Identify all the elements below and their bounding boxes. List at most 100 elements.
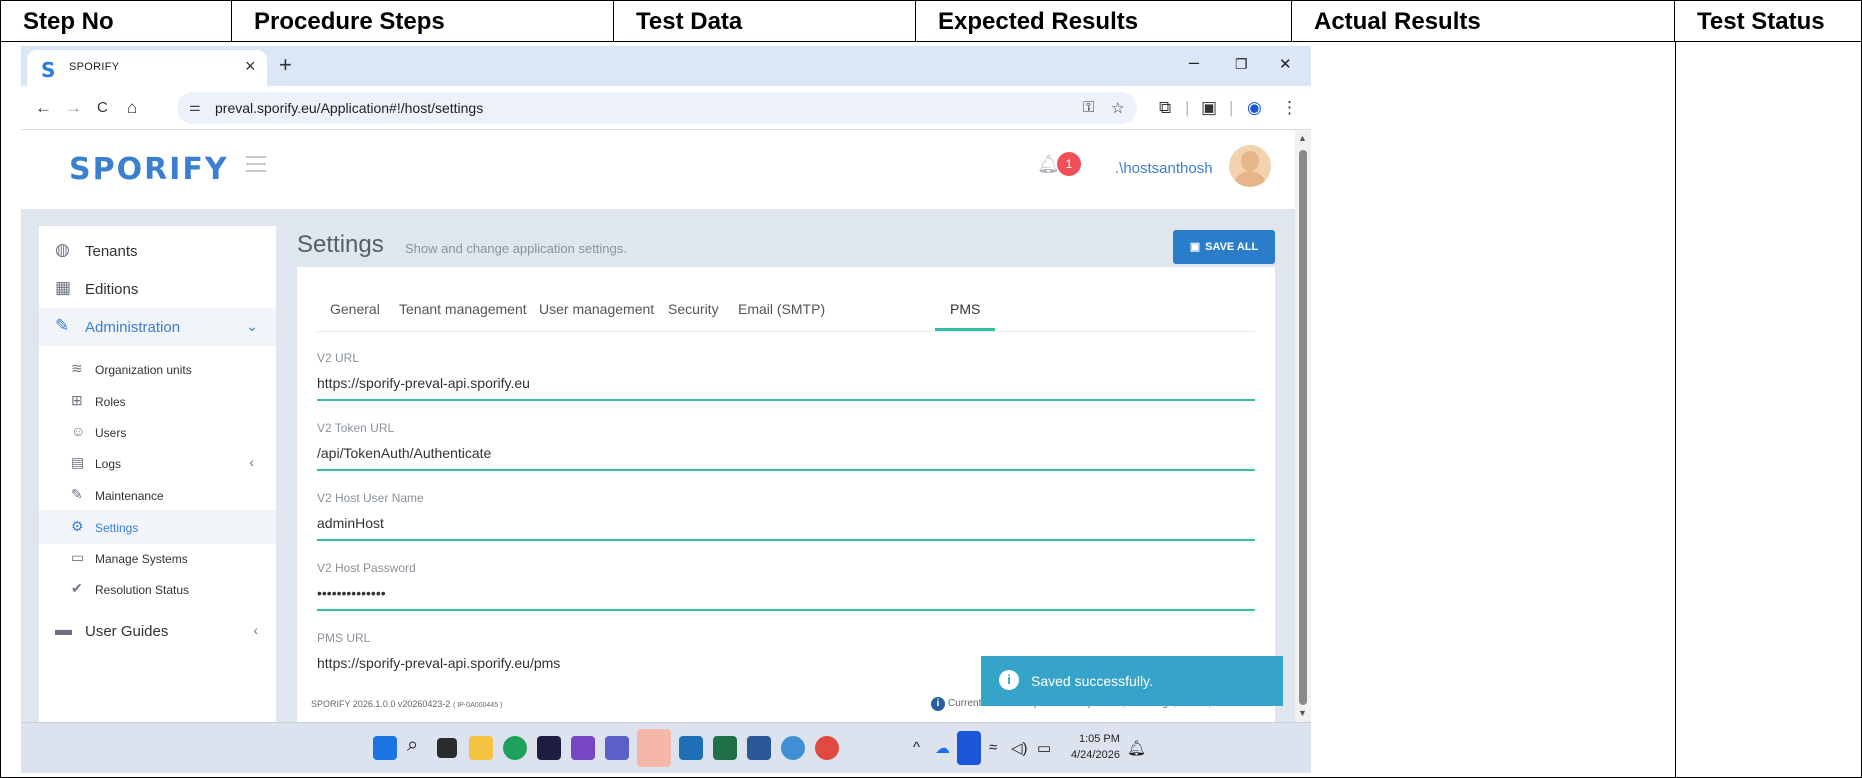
sidebar-item-users[interactable]: ☺ Users — [39, 415, 276, 449]
jetbrains-icon[interactable] — [537, 736, 561, 760]
password-key-icon[interactable]: ⚿ — [1083, 99, 1094, 116]
tab-general[interactable]: General — [330, 301, 380, 317]
v2-host-user-name-field[interactable]: V2 Host User Name adminHost — [317, 491, 1255, 553]
success-toast[interactable]: i Saved successfully. — [981, 656, 1283, 706]
tab-pms[interactable]: PMS — [950, 301, 980, 317]
scroll-up-arrow-icon[interactable]: ▲ — [1298, 133, 1307, 143]
notepad-icon[interactable] — [679, 736, 703, 760]
sidebar-item-label: Resolution Status — [95, 583, 190, 597]
avatar[interactable] — [1229, 145, 1271, 187]
close-tab-icon[interactable]: × — [245, 56, 256, 77]
sidebar-item-settings[interactable]: ⚙ Settings — [39, 510, 276, 544]
sidebar-item-maintenance[interactable]: ✎ Maintenance — [39, 478, 276, 512]
edge-dev-icon[interactable] — [781, 736, 805, 760]
site-info-icon[interactable]: ⚌ — [189, 99, 201, 115]
header-expected-results: Expected Results — [916, 1, 1292, 41]
teams-icon[interactable] — [605, 736, 629, 760]
address-bar[interactable]: ⚌ preval.sporify.eu/Application#!/host/s… — [177, 92, 1137, 124]
sidebar-item-organization-units[interactable]: ≋ Organization units — [39, 352, 276, 386]
sidebar-item-user-guides[interactable]: ▬ User Guides ‹ — [39, 612, 276, 650]
tab-security[interactable]: Security — [668, 301, 719, 317]
field-underline — [317, 399, 1255, 401]
clock[interactable]: 1:05 PM 4/24/2026 — [1071, 731, 1120, 763]
field-value[interactable]: adminHost — [317, 515, 384, 531]
sidebar-item-logs[interactable]: ▤ Logs ‹ — [39, 446, 276, 480]
field-underline — [317, 609, 1255, 611]
url-text[interactable]: preval.sporify.eu/Application#!/host/set… — [215, 100, 483, 116]
restore-button[interactable]: ❐ — [1235, 56, 1248, 73]
sidebar-item-label: Roles — [95, 395, 126, 409]
wifi-icon[interactable]: ≈ — [989, 739, 997, 756]
star-icon[interactable]: ☆ — [1111, 99, 1124, 117]
tab-user-management[interactable]: User management — [539, 301, 654, 317]
extensions-icon[interactable]: ⧉ — [1159, 98, 1171, 118]
field-label: V2 Token URL — [317, 421, 395, 435]
page-scrollbar[interactable]: ▲ ▼ — [1295, 130, 1311, 722]
page-title: Settings — [297, 231, 384, 258]
tab-email-smtp[interactable]: Email (SMTP) — [738, 301, 825, 317]
battery-icon[interactable]: ▭ — [1037, 739, 1051, 757]
windows-start-icon[interactable] — [373, 736, 397, 760]
field-value[interactable]: https://sporify-preval-api.sporify.eu — [317, 375, 530, 391]
menu-icon[interactable]: ⋮ — [1281, 98, 1298, 118]
search-icon[interactable]: ⌕ — [407, 734, 418, 757]
forward-button[interactable]: → — [65, 98, 82, 118]
back-button[interactable]: ← — [35, 98, 52, 118]
sidebar: ◍ Tenants ▦ Editions ✎ Administration ⌄ … — [39, 226, 276, 722]
sidebar-item-label: Manage Systems — [95, 552, 188, 566]
speaker-icon[interactable]: ◁) — [1011, 739, 1028, 757]
browser-tab[interactable]: S SPORIFY × — [27, 50, 267, 86]
field-value[interactable]: •••••••••••••• — [317, 585, 386, 601]
v2-host-password-field[interactable]: V2 Host Password •••••••••••••• — [317, 561, 1255, 623]
outlook-icon[interactable] — [637, 729, 671, 767]
wrench-icon: ✎ — [71, 486, 83, 502]
file-explorer-icon[interactable] — [469, 736, 493, 760]
sidebar-item-label: User Guides — [85, 623, 169, 640]
field-value[interactable]: https://sporify-preval-api.sporify.eu/pm… — [317, 655, 560, 671]
sporify-logo[interactable]: SPORIFY — [69, 152, 229, 187]
hamburger-menu-icon[interactable] — [246, 156, 266, 177]
sidebar-item-editions[interactable]: ▦ Editions — [39, 270, 276, 308]
close-window-button[interactable]: ✕ — [1279, 55, 1292, 73]
v2-url-field[interactable]: V2 URL https://sporify-preval-api.sporif… — [317, 351, 1255, 413]
version-text: SPORIFY 2026.1.0.0 v20260423-2 — [311, 699, 451, 709]
sidebar-item-label: Settings — [95, 521, 139, 535]
sidebar-item-label: Editions — [85, 281, 139, 298]
chevron-down-icon: ⌄ — [246, 318, 258, 334]
tab-tenant-management[interactable]: Tenant management — [399, 301, 527, 317]
reload-button[interactable]: C — [97, 99, 108, 116]
sidebar-item-tenants[interactable]: ◍ Tenants — [39, 232, 276, 270]
info-icon: i — [931, 697, 945, 711]
onedrive-icon[interactable]: ☁ — [935, 739, 950, 757]
v2-token-url-field[interactable]: V2 Token URL /api/TokenAuth/Authenticate — [317, 421, 1255, 483]
microphone-icon[interactable] — [957, 731, 981, 765]
tray-chevron-icon[interactable]: ^ — [913, 739, 920, 756]
globe-icon: ◍ — [55, 240, 70, 259]
sidebar-item-administration[interactable]: ✎ Administration ⌄ — [39, 308, 276, 346]
chrome-icon[interactable] — [815, 736, 839, 760]
sidebar-item-manage-systems[interactable]: ▭ Manage Systems — [39, 541, 276, 575]
notification-badge[interactable]: 1 — [1057, 152, 1081, 176]
new-tab-button[interactable]: + — [279, 52, 292, 78]
m365-icon[interactable] — [571, 736, 595, 760]
browser-tabstrip: S SPORIFY × + – ❐ ✕ — [21, 46, 1311, 86]
sidebar-item-roles[interactable]: ⊞ Roles — [39, 384, 276, 418]
settings-panel: General Tenant management User managemen… — [297, 267, 1275, 722]
home-button[interactable]: ⌂ — [127, 98, 137, 118]
side-panel-icon[interactable]: ▣ — [1201, 98, 1217, 118]
username[interactable]: .\hostsanthosh — [1115, 160, 1213, 177]
profile-icon[interactable]: ◉ — [1247, 98, 1262, 118]
layers-icon: ≋ — [71, 360, 83, 376]
sidebar-item-label: Organization units — [95, 363, 192, 377]
excel-icon[interactable] — [713, 736, 737, 760]
task-view-icon[interactable] — [437, 738, 457, 758]
save-all-button[interactable]: ▣ SAVE ALL — [1173, 230, 1275, 264]
minimize-button[interactable]: – — [1189, 52, 1199, 73]
scrollbar-thumb[interactable] — [1299, 150, 1307, 705]
notification-bell-icon[interactable]: 🔔︎ — [1127, 739, 1146, 757]
sidebar-item-resolution-status[interactable]: ✔ Resolution Status — [39, 572, 276, 606]
field-value[interactable]: /api/TokenAuth/Authenticate — [317, 445, 491, 461]
edge-icon[interactable] — [503, 736, 527, 760]
scroll-down-arrow-icon[interactable]: ▼ — [1298, 708, 1307, 718]
word-icon[interactable] — [747, 736, 771, 760]
